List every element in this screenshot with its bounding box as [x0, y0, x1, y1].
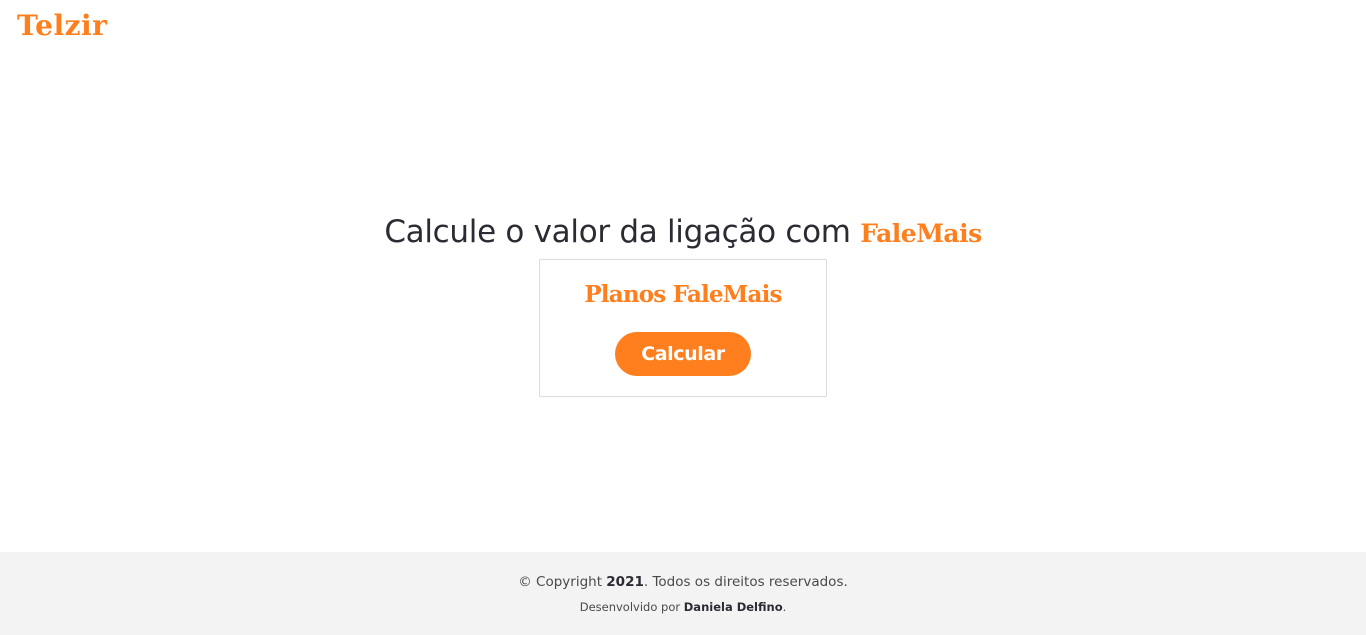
- developer-prefix: Desenvolvido por: [579, 600, 684, 614]
- developer-credit: Desenvolvido por Daniela Delfino.: [0, 599, 1366, 615]
- copyright-prefix: © Copyright: [518, 574, 607, 590]
- footer: © Copyright 2021. Todos os direitos rese…: [0, 552, 1366, 635]
- copyright-text: © Copyright 2021. Todos os direitos rese…: [0, 573, 1366, 591]
- headline-brand: FaleMais: [860, 219, 982, 248]
- calculate-button[interactable]: Calcular: [615, 332, 751, 376]
- headline-text: Calcule o valor da ligação com: [384, 214, 861, 250]
- developer-suffix: .: [782, 600, 787, 614]
- copyright-year: 2021: [606, 574, 644, 590]
- plans-card: Planos FaleMais Calcular: [539, 259, 827, 397]
- card-title: Planos FaleMais: [584, 281, 782, 308]
- page-headline: Calcule o valor da ligação com FaleMais: [0, 211, 1366, 255]
- copyright-suffix: . Todos os direitos reservados.: [643, 574, 848, 590]
- page: Telzir Calcule o valor da ligação com Fa…: [0, 0, 1366, 635]
- logo[interactable]: Telzir: [17, 9, 107, 43]
- developer-name: Daniela Delfino: [683, 600, 783, 614]
